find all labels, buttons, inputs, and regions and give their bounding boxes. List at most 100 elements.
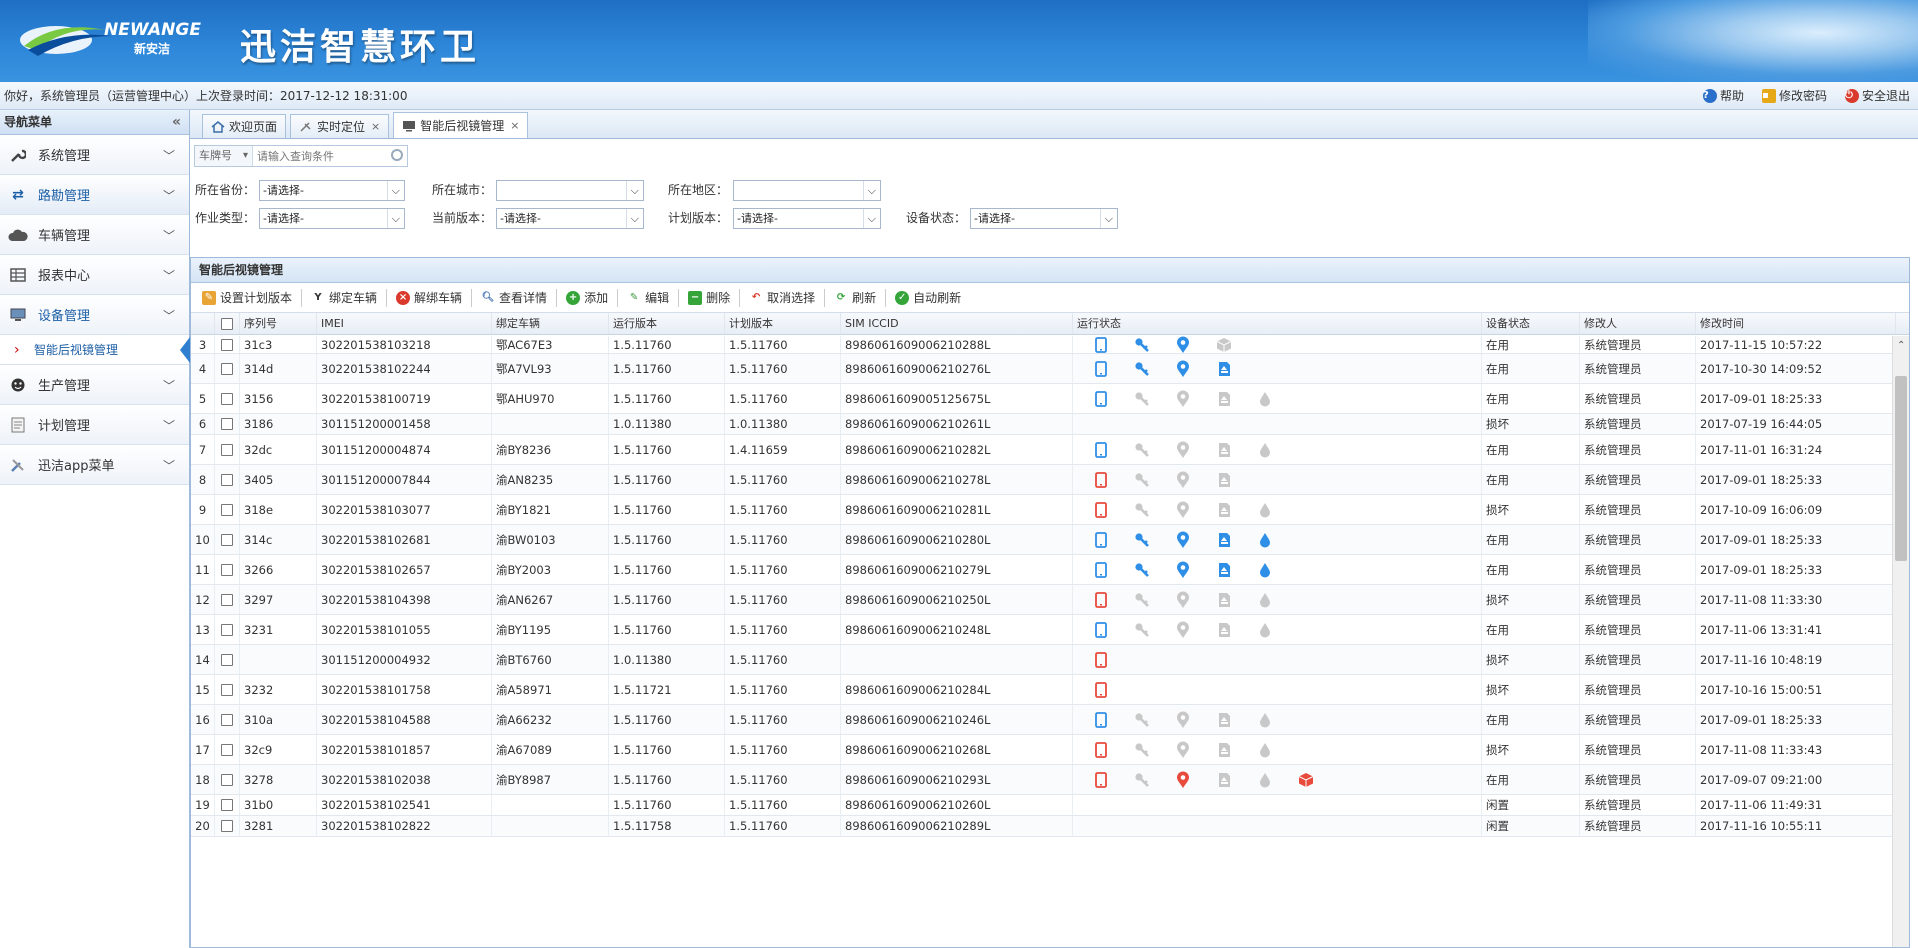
phone-icon[interactable] xyxy=(1091,530,1111,550)
water-drop-icon[interactable] xyxy=(1255,770,1275,790)
change-password-link[interactable]: ▪ 修改密码 xyxy=(1761,82,1827,110)
key-icon[interactable] xyxy=(1132,440,1152,460)
phone-icon[interactable] xyxy=(1091,336,1111,353)
search-icon[interactable] xyxy=(391,149,403,161)
phone-icon[interactable] xyxy=(1091,740,1111,760)
current-version-select[interactable]: -请选择- ⌵ xyxy=(496,208,644,229)
key-icon[interactable] xyxy=(1132,500,1152,520)
row-checkbox[interactable] xyxy=(221,503,233,516)
sidebar-item-app-menu[interactable]: 迅洁app菜单 ﹀ xyxy=(0,445,189,485)
key-icon[interactable] xyxy=(1132,620,1152,640)
tab-welcome[interactable]: 欢迎页面 xyxy=(202,114,287,138)
sidebar-item-plans[interactable]: 计划管理 ﹀ xyxy=(0,405,189,445)
location-pin-icon[interactable] xyxy=(1173,336,1193,353)
search-input[interactable] xyxy=(253,147,383,165)
key-icon[interactable] xyxy=(1132,560,1152,580)
sd-card-icon[interactable] xyxy=(1214,389,1234,409)
location-pin-icon[interactable] xyxy=(1173,470,1193,490)
key-icon[interactable] xyxy=(1132,389,1152,409)
location-pin-icon[interactable] xyxy=(1173,590,1193,610)
phone-icon[interactable] xyxy=(1091,470,1111,490)
row-checkbox[interactable] xyxy=(221,418,233,430)
edit-button[interactable]: ✎ 编辑 xyxy=(622,286,674,310)
sd-card-icon[interactable] xyxy=(1214,440,1234,460)
city-select[interactable]: ⌵ xyxy=(496,180,644,201)
table-row[interactable]: 6 3186 301151200001458 1.0.11380 1.0.11380 89… xyxy=(191,414,1894,435)
select-all-checkbox[interactable] xyxy=(221,317,233,330)
sidebar-item-vehicles[interactable]: 车辆管理 ﹀ xyxy=(0,215,189,255)
table-row[interactable]: 18 3278 302201538102038 渝BY8987 1.5.11760 1.5… xyxy=(191,765,1894,795)
table-row[interactable]: 16 310a 302201538104588 渝A66232 1.5.11760 1.5… xyxy=(191,705,1894,735)
key-icon[interactable] xyxy=(1132,530,1152,550)
view-details-button[interactable]: 🔍︎ 查看详情 xyxy=(476,286,552,310)
unbind-vehicle-button[interactable]: × 解绑车辆 xyxy=(391,286,467,310)
phone-icon[interactable] xyxy=(1091,710,1111,730)
close-tab-icon[interactable]: × xyxy=(371,120,380,133)
cancel-selection-button[interactable]: ↶ 取消选择 xyxy=(744,286,820,310)
row-checkbox[interactable] xyxy=(221,799,233,811)
package-icon[interactable] xyxy=(1296,770,1316,790)
row-checkbox[interactable] xyxy=(221,593,233,606)
phone-icon[interactable] xyxy=(1091,770,1111,790)
area-select[interactable]: ⌵ xyxy=(733,180,881,201)
phone-icon[interactable] xyxy=(1091,650,1111,670)
sd-card-icon[interactable] xyxy=(1214,560,1234,580)
sidebar-item-reports[interactable]: 报表中心 ﹀ xyxy=(0,255,189,295)
sd-card-icon[interactable] xyxy=(1214,620,1234,640)
row-checkbox[interactable] xyxy=(221,443,233,456)
water-drop-icon[interactable] xyxy=(1255,389,1275,409)
table-row[interactable]: 7 32dc 301151200004874 渝BY8236 1.5.11760 1.4.… xyxy=(191,435,1894,465)
table-row[interactable]: 14 301151200004932 渝BT6760 1.0.11380 1.5.117… xyxy=(191,645,1894,675)
header-vehicle[interactable]: 绑定车辆 xyxy=(492,313,609,334)
help-link[interactable]: ? 帮助 xyxy=(1702,82,1744,110)
header-run-status[interactable]: 运行状态 xyxy=(1073,313,1482,334)
table-row[interactable]: 12 3297 302201538104398 渝AN6267 1.5.11760 1.5… xyxy=(191,585,1894,615)
location-pin-icon[interactable] xyxy=(1173,359,1193,379)
sidebar-subitem-mirror[interactable]: 智能后视镜管理 xyxy=(0,335,190,365)
row-checkbox[interactable] xyxy=(221,743,233,756)
table-row[interactable]: 19 31b0 302201538102541 1.5.11760 1.5.11760 8… xyxy=(191,795,1894,816)
row-checkbox[interactable] xyxy=(221,362,233,375)
location-pin-icon[interactable] xyxy=(1173,500,1193,520)
location-pin-icon[interactable] xyxy=(1173,440,1193,460)
worktype-select[interactable]: -请选择- ⌵ xyxy=(259,208,405,229)
location-pin-icon[interactable] xyxy=(1173,560,1193,580)
location-pin-icon[interactable] xyxy=(1173,620,1193,640)
header-select-all[interactable] xyxy=(215,313,240,334)
key-icon[interactable] xyxy=(1132,740,1152,760)
location-pin-icon[interactable] xyxy=(1173,770,1193,790)
sd-card-icon[interactable] xyxy=(1214,740,1234,760)
scrollbar-thumb[interactable] xyxy=(1895,376,1907,561)
collapse-sidebar-icon[interactable]: « xyxy=(172,110,181,135)
key-icon[interactable] xyxy=(1132,710,1152,730)
water-drop-icon[interactable] xyxy=(1255,620,1275,640)
phone-icon[interactable] xyxy=(1091,359,1111,379)
location-pin-icon[interactable] xyxy=(1173,710,1193,730)
set-plan-version-button[interactable]: ✎ 设置计划版本 xyxy=(197,286,297,310)
device-status-select[interactable]: -请选择- ⌵ xyxy=(970,208,1118,229)
sidebar-item-production[interactable]: 生产管理 ﹀ xyxy=(0,365,189,405)
phone-icon[interactable] xyxy=(1091,440,1111,460)
table-row[interactable]: 3 31c3 302201538103218 鄂AC67E3 1.5.11760 1.5.… xyxy=(191,336,1894,354)
water-drop-icon[interactable] xyxy=(1255,710,1275,730)
location-pin-icon[interactable] xyxy=(1173,530,1193,550)
key-icon[interactable] xyxy=(1132,590,1152,610)
header-modifier[interactable]: 修改人 xyxy=(1580,313,1696,334)
grid-scrollbar[interactable]: ⌃ xyxy=(1892,336,1909,947)
table-row[interactable]: 13 3231 302201538101055 渝BY1195 1.5.11760 1.5… xyxy=(191,615,1894,645)
header-modified-time[interactable]: 修改时间 xyxy=(1696,313,1896,334)
row-checkbox[interactable] xyxy=(221,473,233,486)
row-checkbox[interactable] xyxy=(221,683,233,696)
phone-icon[interactable] xyxy=(1091,680,1111,700)
phone-icon[interactable] xyxy=(1091,620,1111,640)
water-drop-icon[interactable] xyxy=(1255,560,1275,580)
sd-card-icon[interactable] xyxy=(1214,710,1234,730)
row-checkbox[interactable] xyxy=(221,392,233,405)
header-sim[interactable]: SIM ICCID xyxy=(841,313,1073,334)
add-button[interactable]: + 添加 xyxy=(561,286,613,310)
table-row[interactable]: 8 3405 301151200007844 渝AN8235 1.5.11760 1.5.… xyxy=(191,465,1894,495)
sidebar-item-devices[interactable]: 设备管理 ﹀ xyxy=(0,295,189,335)
water-drop-icon[interactable] xyxy=(1255,440,1275,460)
search-field-select[interactable]: 车牌号 xyxy=(195,146,253,166)
sd-card-icon[interactable] xyxy=(1214,590,1234,610)
